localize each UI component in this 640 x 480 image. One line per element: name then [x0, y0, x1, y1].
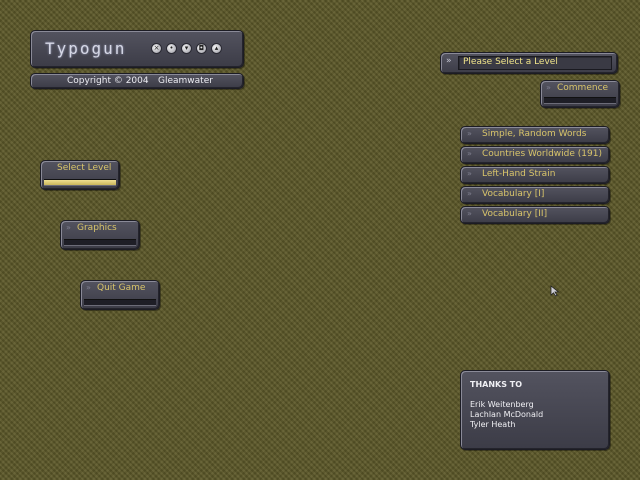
- chevron-right-icon: »: [86, 283, 91, 292]
- commence-indicator: [544, 97, 616, 104]
- thanks-name: Erik Weitenberg: [470, 400, 534, 409]
- select-level-label: Select Level: [57, 163, 112, 173]
- thanks-title: THANKS TO: [470, 380, 523, 389]
- disk-icon[interactable]: ◘: [196, 43, 207, 54]
- chevron-right-icon: »: [467, 149, 472, 158]
- level-option-label: Countries Worldwide (191): [482, 149, 602, 159]
- eject-icon[interactable]: ▴: [211, 43, 222, 54]
- level-option-label: Vocabulary [II]: [482, 209, 548, 219]
- level-select-field[interactable]: Please Select a Level: [458, 56, 612, 70]
- level-option[interactable]: » Vocabulary [I]: [460, 186, 610, 204]
- copyright-bar: Copyright © 2004 Gleamwater: [30, 73, 244, 89]
- thanks-name: Lachlan McDonald: [470, 410, 544, 419]
- chevron-right-icon: »: [446, 56, 451, 66]
- chevron-right-icon: »: [546, 83, 551, 92]
- level-option[interactable]: » Left-Hand Strain: [460, 166, 610, 184]
- graphics-button[interactable]: » Graphics: [60, 220, 140, 250]
- graphics-label: Graphics: [77, 223, 117, 233]
- logo-panel: Typogun × • ▾ ◘ ▴: [30, 30, 244, 68]
- game-logo: Typogun: [45, 39, 127, 58]
- down-arrow-icon[interactable]: ▾: [181, 43, 192, 54]
- commence-button[interactable]: » Commence: [540, 80, 620, 108]
- company-name: Gleamwater: [158, 76, 213, 86]
- chevron-right-icon: »: [467, 129, 472, 138]
- level-option[interactable]: » Simple, Random Words: [460, 126, 610, 144]
- select-level-button[interactable]: Select Level: [40, 160, 120, 190]
- quit-game-indicator: [84, 299, 156, 306]
- thanks-panel: THANKS TO Erik Weitenberg Lachlan McDona…: [460, 370, 610, 450]
- level-select-value: Please Select a Level: [463, 57, 558, 67]
- graphics-indicator: [64, 239, 136, 246]
- quit-game-button[interactable]: » Quit Game: [80, 280, 160, 310]
- thanks-name: Tyler Heath: [470, 420, 516, 429]
- quit-game-label: Quit Game: [97, 283, 146, 293]
- level-option-label: Simple, Random Words: [482, 129, 587, 139]
- logo-icon-row: × • ▾ ◘ ▴: [151, 43, 222, 54]
- level-option-label: Vocabulary [I]: [482, 189, 545, 199]
- chevron-right-icon: »: [467, 189, 472, 198]
- chevron-right-icon: »: [66, 223, 71, 232]
- level-option[interactable]: » Vocabulary [II]: [460, 206, 610, 224]
- chevron-right-icon: »: [467, 169, 472, 178]
- level-select-dropdown[interactable]: » Please Select a Level: [440, 52, 618, 74]
- mouse-cursor-icon: [550, 285, 560, 297]
- level-option-label: Left-Hand Strain: [482, 169, 556, 179]
- chevron-right-icon: »: [467, 209, 472, 218]
- select-level-indicator: [44, 179, 116, 186]
- commence-label: Commence: [557, 83, 609, 93]
- close-icon[interactable]: ×: [151, 43, 162, 54]
- copyright-text: Copyright © 2004: [67, 76, 149, 86]
- settings-icon[interactable]: •: [166, 43, 177, 54]
- level-option[interactable]: » Countries Worldwide (191): [460, 146, 610, 164]
